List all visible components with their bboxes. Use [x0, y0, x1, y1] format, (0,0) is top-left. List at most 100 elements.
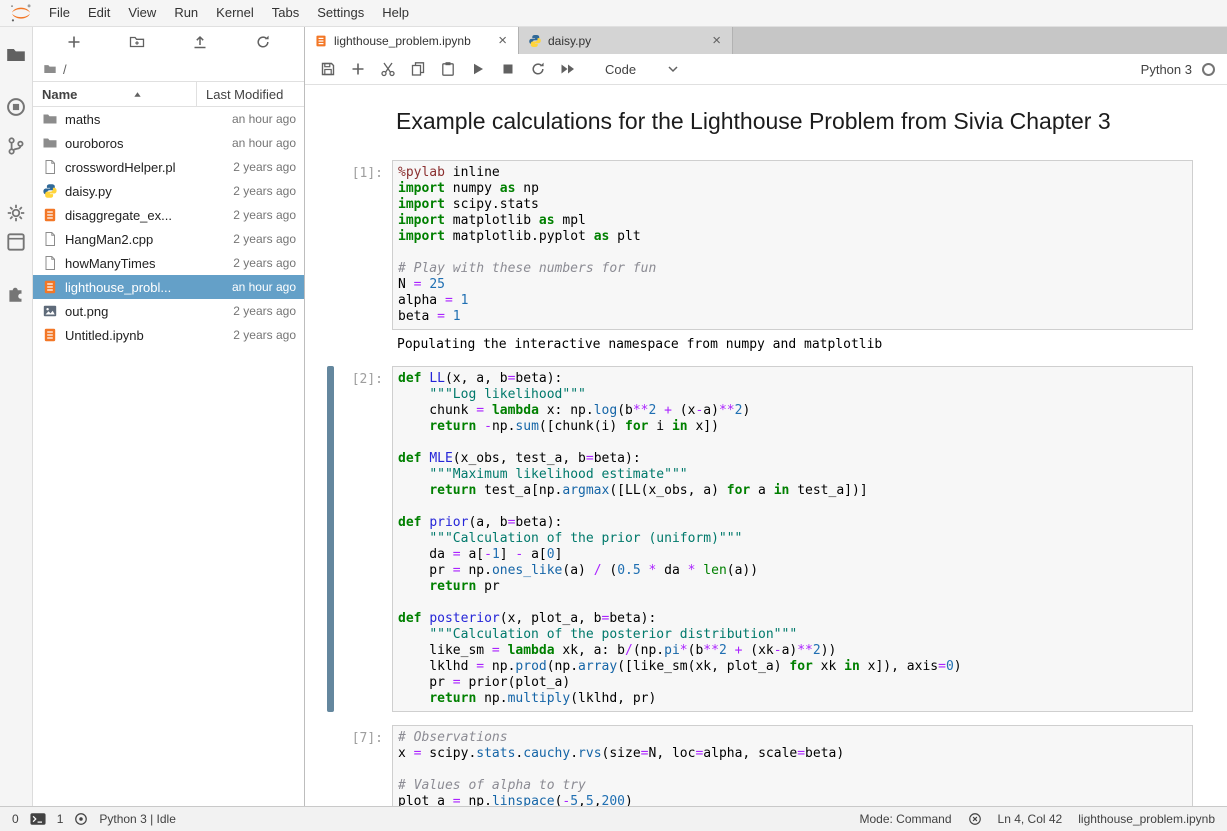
tab-bar: lighthouse_problem.ipynb × daisy.py ×	[305, 27, 1227, 54]
file-modified: 2 years ago	[233, 232, 296, 246]
file-row[interactable]: out.png2 years ago	[33, 299, 304, 323]
file-name: out.png	[65, 304, 227, 319]
file-name: crosswordHelper.pl	[65, 160, 227, 175]
notebook-icon	[42, 279, 58, 295]
breadcrumb[interactable]: /	[33, 57, 304, 81]
cell-collapser[interactable]	[327, 160, 334, 353]
interrupt-kernel-button[interactable]	[497, 58, 519, 80]
cell-type-value: Code	[605, 62, 636, 77]
file-row[interactable]: ouroborosan hour ago	[33, 131, 304, 155]
folder-icon	[43, 62, 57, 76]
new-folder-button[interactable]	[126, 31, 148, 53]
file-row[interactable]: mathsan hour ago	[33, 107, 304, 131]
insert-cell-button[interactable]	[347, 58, 369, 80]
code-cell[interactable]: [7]:# Observationsx = scipy.stats.cauchy…	[305, 725, 1227, 806]
notebook-icon	[42, 207, 58, 223]
plus-icon	[350, 61, 366, 77]
file-browser-icon[interactable]	[5, 44, 27, 66]
menu-item-file[interactable]: File	[40, 0, 79, 26]
file-list-header: Name Last Modified	[33, 81, 304, 107]
cursor-position[interactable]: Ln 4, Col 42	[998, 812, 1063, 826]
paste-cell-button[interactable]	[437, 58, 459, 80]
git-icon[interactable]	[5, 135, 27, 157]
cell-prompt: [7]:	[334, 725, 392, 806]
file-modified: an hour ago	[232, 280, 296, 294]
cell-collapser[interactable]	[327, 725, 334, 806]
upload-button[interactable]	[189, 31, 211, 53]
file-row[interactable]: howManyTimes 2 years ago	[33, 251, 304, 275]
file-row[interactable]: daisy.py2 years ago	[33, 179, 304, 203]
copy-cell-button[interactable]	[407, 58, 429, 80]
command-mode-indicator[interactable]: Mode: Command	[859, 812, 951, 826]
cell-editor[interactable]: def LL(x, a, b=beta): """Log likelihood"…	[392, 366, 1193, 712]
menu-item-settings[interactable]: Settings	[308, 0, 373, 26]
name-column-label: Name	[42, 87, 77, 102]
file-modified: an hour ago	[232, 136, 296, 150]
notebook-icon	[42, 327, 58, 343]
menu-item-kernel[interactable]: Kernel	[207, 0, 263, 26]
cell-type-dropdown[interactable]: Code	[599, 59, 687, 79]
cell-prompt: [2]:	[334, 366, 392, 712]
terminal-count[interactable]: 0	[12, 812, 19, 826]
code-cell[interactable]: [2]:def LL(x, a, b=beta): """Log likelih…	[305, 366, 1227, 712]
restart-run-all-button[interactable]	[557, 58, 579, 80]
markdown-heading: Example calculations for the Lighthouse …	[392, 95, 1193, 147]
menu-item-edit[interactable]: Edit	[79, 0, 119, 26]
notebook-panel: Example calculations for the Lighthouse …	[305, 85, 1227, 806]
cell-editor[interactable]: # Observationsx = scipy.stats.cauchy.rvs…	[392, 725, 1193, 806]
file-name: lighthouse_probl...	[65, 280, 226, 295]
kernel-indicator: Python 3	[1141, 62, 1215, 77]
file-browser-toolbar	[33, 27, 304, 57]
python-icon	[42, 183, 58, 199]
menu-item-help[interactable]: Help	[373, 0, 418, 26]
fast-forward-icon	[560, 61, 576, 77]
file-name: HangMan2.cpp	[65, 232, 227, 247]
sort-by-name[interactable]: Name	[33, 82, 196, 106]
markdown-cell[interactable]: Example calculations for the Lighthouse …	[305, 95, 1227, 147]
file-row[interactable]: Untitled.ipynb2 years ago	[33, 323, 304, 347]
sort-by-modified[interactable]: Last Modified	[196, 82, 304, 106]
cell-collapser[interactable]	[327, 366, 334, 712]
tab-daisy-py[interactable]: daisy.py ×	[519, 27, 733, 54]
refresh-button[interactable]	[252, 31, 274, 53]
file-name: howManyTimes	[65, 256, 227, 271]
cell-prompt: [1]:	[334, 160, 392, 353]
menu-item-tabs[interactable]: Tabs	[263, 0, 308, 26]
file-row[interactable]: lighthouse_probl... an hour ago	[33, 275, 304, 299]
dock-panel: lighthouse_problem.ipynb × daisy.py ×	[305, 27, 1227, 806]
terminal-icon[interactable]	[30, 812, 46, 826]
kernel-status-text[interactable]: Python 3 | Idle	[99, 812, 176, 826]
run-button[interactable]	[467, 58, 489, 80]
commands-icon[interactable]	[5, 202, 27, 224]
cut-cell-button[interactable]	[377, 58, 399, 80]
kernel-count[interactable]: 1	[57, 812, 64, 826]
kernel-name[interactable]: Python 3	[1141, 62, 1192, 77]
jupyterlab-window: FileEditViewRunKernelTabsSettingsHelp / …	[0, 0, 1227, 831]
file-modified: 2 years ago	[233, 256, 296, 270]
file-modified: 2 years ago	[233, 208, 296, 222]
close-icon[interactable]: ×	[496, 34, 509, 48]
property-inspector-icon[interactable]	[5, 231, 27, 253]
close-icon[interactable]: ×	[710, 34, 723, 48]
cell-collapser[interactable]	[327, 95, 334, 147]
cell-editor[interactable]: %pylab inlineimport numpy as npimport sc…	[392, 160, 1193, 330]
menu-item-run[interactable]: Run	[165, 0, 207, 26]
code-cell[interactable]: [1]:%pylab inlineimport numpy as npimpor…	[305, 160, 1227, 353]
file-row[interactable]: crosswordHelper.pl2 years ago	[33, 155, 304, 179]
running-sessions-icon[interactable]	[5, 96, 27, 118]
file-icon	[42, 255, 58, 271]
menu-item-view[interactable]: View	[119, 0, 165, 26]
folder-icon	[42, 111, 58, 127]
file-icon	[42, 159, 58, 175]
kernel-sessions-icon[interactable]	[74, 812, 88, 826]
jupyter-logo-icon	[8, 2, 34, 24]
breadcrumb-root[interactable]: /	[63, 62, 67, 77]
tab-lighthouse-notebook[interactable]: lighthouse_problem.ipynb ×	[305, 27, 519, 54]
file-row[interactable]: HangMan2.cpp 2 years ago	[33, 227, 304, 251]
notebook-toolbar: Code Python 3	[305, 54, 1227, 85]
save-button[interactable]	[317, 58, 339, 80]
extensions-icon[interactable]	[5, 282, 27, 304]
restart-kernel-button[interactable]	[527, 58, 549, 80]
file-row[interactable]: disaggregate_ex...2 years ago	[33, 203, 304, 227]
new-launcher-button[interactable]	[63, 31, 85, 53]
